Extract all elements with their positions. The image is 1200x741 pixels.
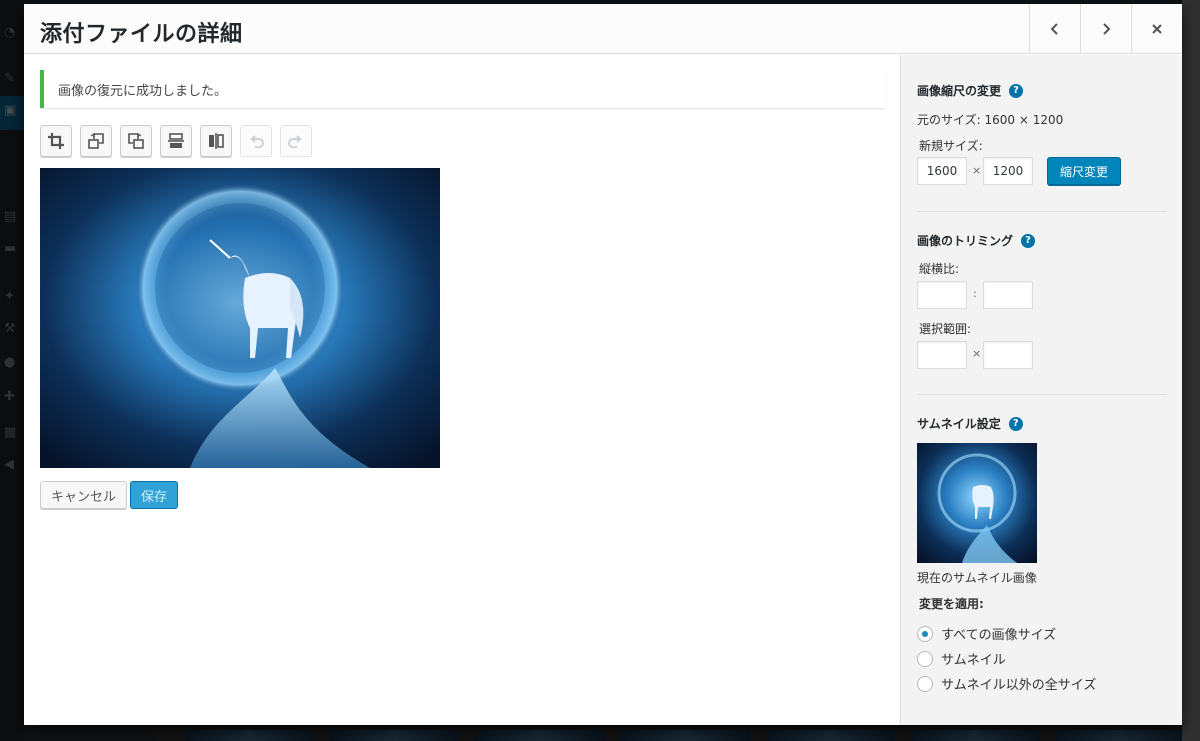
chevron-left-icon	[1050, 23, 1058, 35]
modal-title: 添付ファイルの詳細	[40, 21, 243, 46]
close-button[interactable]	[1131, 4, 1182, 54]
crop-icon	[48, 133, 64, 149]
radio-button[interactable]	[917, 675, 933, 692]
current-thumbnail-label: 現在のサムネイル画像	[917, 571, 1037, 585]
help-icon[interactable]: ?	[1008, 416, 1023, 431]
new-size-label: 新規サイズ:	[919, 139, 983, 153]
previous-button[interactable]	[1029, 4, 1080, 54]
success-notice: 画像の復元に成功しました。	[40, 70, 885, 108]
original-size-value: 1600 × 1200	[984, 113, 1064, 127]
section-divider	[917, 394, 1167, 395]
scale-title-text: 画像縮尺の変更	[917, 84, 1002, 98]
scale-button[interactable]: 縮尺変更	[1047, 157, 1121, 185]
rotate-left-icon	[88, 132, 104, 149]
section-divider	[917, 211, 1167, 212]
times-separator: ×	[972, 347, 982, 360]
option-label: サムネイル以外の全サイズ	[941, 678, 1097, 693]
apply-all-sizes-option[interactable]: すべての画像サイズ	[917, 624, 1056, 643]
scale-width-input[interactable]: 1600	[917, 157, 967, 185]
scale-height-input[interactable]: 1200	[983, 157, 1033, 185]
rotate-right-button[interactable]	[120, 125, 152, 157]
image-settings-sidebar: 画像縮尺の変更 ? 元のサイズ: 1600 × 1200 新規サイズ: 1600…	[900, 55, 1182, 725]
rotate-right-icon	[128, 132, 144, 149]
apply-changes-label: 変更を適用:	[919, 597, 984, 611]
thumbnail-title-text: サムネイル設定	[917, 417, 1001, 431]
flip-vertical-icon	[168, 133, 184, 148]
modal-header: 添付ファイルの詳細	[24, 4, 1182, 54]
radio-button[interactable]	[917, 650, 933, 667]
cancel-button[interactable]: キャンセル	[40, 481, 127, 509]
aspect-ratio-label: 縦横比:	[919, 262, 960, 276]
crop-button[interactable]	[40, 125, 72, 157]
chevron-right-icon	[1103, 23, 1111, 35]
edited-image-preview[interactable]	[40, 168, 440, 468]
undo-icon	[250, 135, 264, 148]
selection-width-input[interactable]	[917, 341, 967, 369]
save-button[interactable]: 保存	[130, 481, 178, 509]
original-size-label: 元のサイズ:	[917, 113, 985, 127]
original-size: 元のサイズ: 1600 × 1200	[917, 111, 1063, 128]
apply-thumbnail-option[interactable]: サムネイル	[917, 649, 1006, 668]
next-button[interactable]	[1080, 4, 1131, 54]
rotate-left-button[interactable]	[80, 125, 112, 157]
crop-section-title: 画像のトリミング ?	[917, 232, 1036, 249]
scale-section-title: 画像縮尺の変更 ?	[917, 82, 1024, 99]
selection-height-input[interactable]	[983, 341, 1033, 369]
apply-except-thumbnail-option[interactable]: サムネイル以外の全サイズ	[917, 674, 1096, 693]
current-thumbnail	[917, 443, 1037, 563]
times-separator: ×	[972, 164, 982, 177]
option-label: すべての画像サイズ	[941, 628, 1057, 643]
image-editor-main: 画像の復元に成功しました。 キャンセル 保存	[24, 55, 900, 725]
help-icon[interactable]: ?	[1021, 233, 1036, 248]
flip-horizontal-button[interactable]	[200, 125, 232, 157]
undo-button[interactable]	[240, 125, 272, 157]
aspect-ratio-width-input[interactable]	[917, 281, 967, 309]
radio-checked-dot	[922, 630, 928, 637]
thumbnail-section-title: サムネイル設定 ?	[917, 415, 1023, 432]
crop-title-text: 画像のトリミング	[917, 234, 1014, 248]
radio-button[interactable]	[917, 625, 933, 642]
close-icon	[1152, 24, 1162, 34]
help-icon[interactable]: ?	[1009, 83, 1024, 98]
selection-label: 選択範囲:	[919, 322, 972, 336]
option-label: サムネイル	[941, 653, 1006, 668]
redo-icon	[288, 135, 302, 148]
redo-button[interactable]	[280, 125, 312, 157]
unicorn-image	[40, 168, 440, 468]
unicorn-thumbnail-image	[917, 443, 1037, 563]
attachment-details-modal: 添付ファイルの詳細 画像の復元に成功しました。 キャンセル 保存 画像縮尺の変更…	[24, 4, 1182, 725]
flip-vertical-button[interactable]	[160, 125, 192, 157]
flip-horizontal-icon	[209, 133, 224, 149]
aspect-ratio-height-input[interactable]	[983, 281, 1033, 309]
colon-separator: :	[973, 287, 977, 300]
